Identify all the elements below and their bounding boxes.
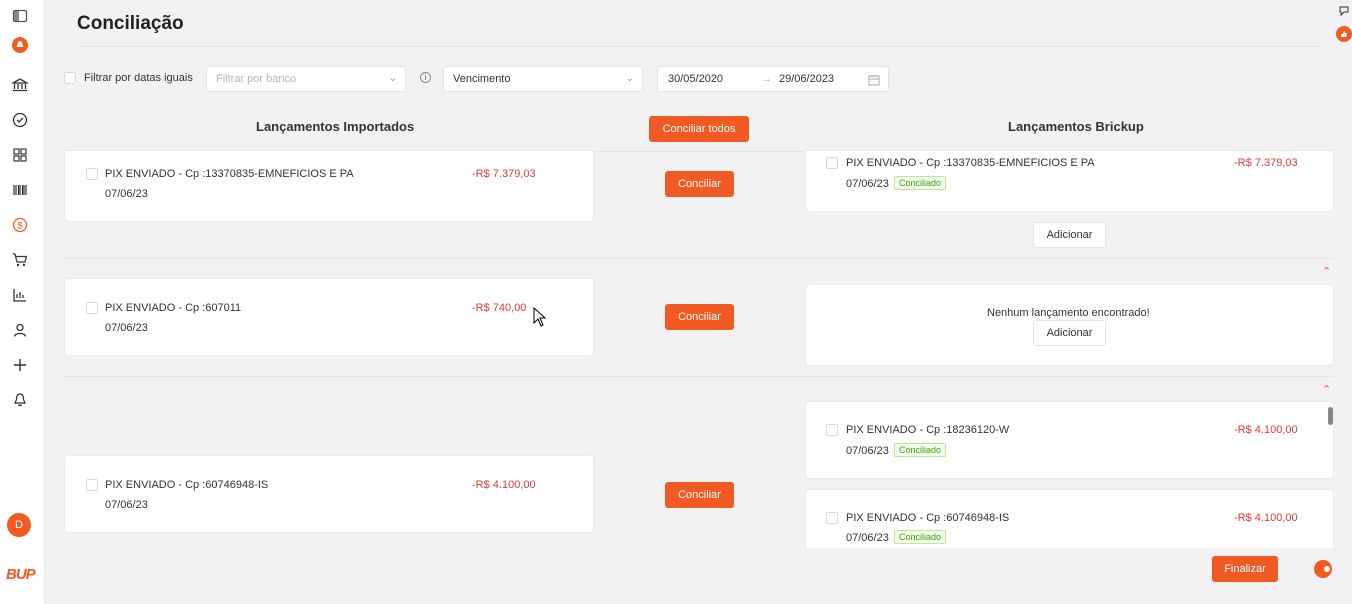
divider — [64, 258, 1334, 259]
entry-checkbox[interactable] — [86, 168, 98, 180]
chevron-up-icon[interactable]: ⌃ — [1322, 383, 1331, 396]
mouse-cursor-icon — [533, 307, 547, 327]
entry-amount: -R$ 4.100,00 — [1234, 424, 1298, 436]
sidebar-toggle-icon[interactable] — [11, 7, 29, 25]
imported-entry-card[interactable]: PIX ENVIADO - Cp :13370835-EMNEFICIOS E … — [64, 150, 594, 222]
brand-logo: BUP — [6, 566, 36, 583]
notification-badge-icon[interactable] — [11, 36, 29, 54]
brickup-entry-card[interactable]: PIX ENVIADO - Cp :60746948-IS -R$ 4.100,… — [805, 489, 1334, 551]
entry-date: 07/06/23 — [846, 445, 889, 457]
entry-description: PIX ENVIADO - Cp :13370835-EMNEFICIOS E … — [105, 168, 354, 180]
entry-checkbox[interactable] — [826, 424, 838, 436]
entry-checkbox[interactable] — [826, 157, 838, 169]
date-from[interactable]: 30/05/2020 — [668, 73, 723, 85]
entry-date: 07/06/23 — [105, 188, 148, 200]
same-dates-checkbox[interactable] — [64, 72, 76, 84]
entry-checkbox[interactable] — [86, 302, 98, 314]
entry-date: 07/06/23 — [105, 322, 148, 334]
scrollbar[interactable] — [1328, 407, 1333, 425]
brickup-entry-card[interactable]: PIX ENVIADO - Cp :18236120-W -R$ 4.100,0… — [805, 401, 1334, 479]
entry-checkbox[interactable] — [86, 479, 98, 491]
date-to[interactable]: 29/06/2023 — [779, 73, 834, 85]
entry-date: 07/06/23 — [846, 178, 889, 190]
entry-amount: -R$ 7.379,03 — [472, 168, 536, 180]
brickup-column-title: Lançamentos Brickup — [1008, 119, 1144, 134]
like-icon[interactable] — [1336, 26, 1352, 42]
entry-amount: -R$ 740,00 — [472, 302, 527, 314]
status-badge: Conciliado — [894, 443, 947, 457]
feedback-icon[interactable] — [1338, 5, 1350, 17]
bank-filter-select[interactable]: Filtrar por banco ⌄ — [206, 66, 406, 92]
chevron-down-icon: ⌄ — [388, 73, 397, 84]
info-icon[interactable]: i — [420, 72, 431, 83]
entry-description: PIX ENVIADO - Cp :13370835-EMNEFICIOS E … — [846, 157, 1095, 169]
grid-icon[interactable] — [11, 146, 29, 164]
bank-icon[interactable] — [11, 76, 29, 94]
entry-date: 07/06/23 — [846, 532, 889, 544]
empty-message: Nenhum lançamento encontrado! — [987, 307, 1150, 319]
barcode-icon[interactable] — [11, 181, 29, 199]
sidebar: $ D BUP — [0, 0, 45, 604]
divider — [77, 46, 1322, 47]
same-dates-label: Filtrar por datas iguais — [84, 72, 193, 84]
entry-description: PIX ENVIADO - Cp :607011 — [105, 302, 242, 314]
calendar-icon — [868, 75, 880, 86]
brickup-entry-card[interactable]: PIX ENVIADO - Cp :13370835-EMNEFICIOS E … — [805, 150, 1334, 212]
entry-date: 07/06/23 — [105, 499, 148, 511]
chevron-up-icon[interactable]: ⌃ — [1322, 265, 1331, 278]
imported-entry-card[interactable]: PIX ENVIADO - Cp :60746948-IS -R$ 4.100,… — [64, 455, 594, 533]
conciliate-button[interactable]: Conciliar — [665, 482, 734, 508]
entry-checkbox[interactable] — [826, 512, 838, 524]
check-circle-icon[interactable] — [11, 111, 29, 129]
plus-icon[interactable] — [11, 356, 29, 374]
entry-amount: -R$ 7.379,03 — [1234, 157, 1298, 169]
svg-text:$: $ — [17, 221, 22, 231]
date-type-select[interactable]: Vencimento ⌄ — [443, 66, 643, 92]
imported-column-title: Lançamentos Importados — [256, 119, 415, 134]
status-badge: Conciliado — [894, 530, 947, 544]
entry-amount: -R$ 4.100,00 — [1234, 512, 1298, 524]
add-entry-button[interactable]: Adicionar — [1033, 222, 1106, 248]
bank-filter-placeholder: Filtrar por banco — [216, 73, 297, 85]
entry-description: PIX ENVIADO - Cp :60746948-IS — [846, 512, 1010, 524]
user-icon[interactable] — [11, 321, 29, 339]
conciliate-button[interactable]: Conciliar — [665, 171, 734, 197]
bell-icon[interactable] — [11, 391, 29, 409]
conciliate-button[interactable]: Conciliar — [665, 304, 734, 330]
page-title: Conciliação — [77, 13, 184, 34]
chevron-down-icon: ⌄ — [625, 73, 634, 84]
date-range-picker[interactable]: 30/05/2020 → 29/06/2023 — [657, 66, 889, 92]
divider — [64, 376, 1334, 377]
cart-icon[interactable] — [11, 251, 29, 269]
arrow-right-icon: → — [761, 73, 772, 85]
footer-area — [64, 548, 1334, 604]
dollar-circle-icon[interactable]: $ — [11, 216, 29, 234]
avatar[interactable]: D — [7, 513, 31, 537]
chart-icon[interactable] — [11, 286, 29, 304]
imported-entry-card[interactable]: PIX ENVIADO - Cp :607011 -R$ 740,00 07/0… — [64, 278, 594, 356]
entry-description: PIX ENVIADO - Cp :60746948-IS — [105, 479, 269, 491]
chat-icon[interactable] — [1313, 559, 1333, 579]
add-entry-button[interactable]: Adicionar — [1033, 320, 1106, 346]
date-type-value: Vencimento — [453, 73, 511, 85]
entry-description: PIX ENVIADO - Cp :18236120-W — [846, 424, 1010, 436]
entry-amount: -R$ 4.100,00 — [472, 479, 536, 491]
finalize-button[interactable]: Finalizar — [1212, 556, 1278, 582]
conciliate-all-button[interactable]: Conciliar todos — [649, 116, 749, 142]
status-badge: Conciliado — [894, 176, 947, 190]
